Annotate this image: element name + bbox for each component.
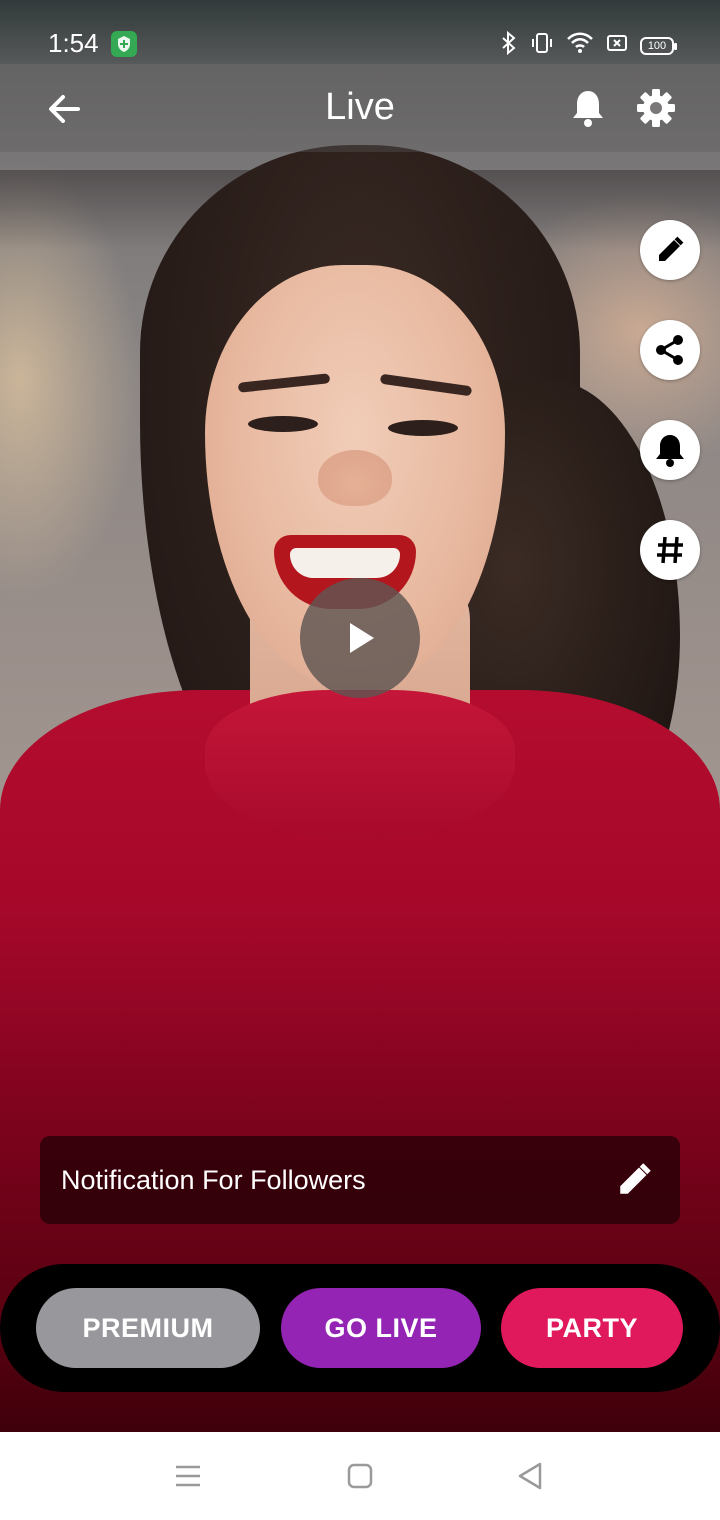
edit-button[interactable] bbox=[640, 220, 700, 280]
share-icon bbox=[656, 335, 683, 365]
bell-icon bbox=[573, 91, 603, 127]
hashtag-icon bbox=[657, 536, 683, 564]
follower-notification-field[interactable]: Notification For Followers bbox=[40, 1136, 680, 1224]
battery-icon: 100 bbox=[640, 36, 677, 55]
edit-icon bbox=[620, 1163, 651, 1194]
edit-notification-button[interactable] bbox=[612, 1158, 656, 1202]
system-back-button[interactable] bbox=[508, 1454, 552, 1498]
status-bar: 1:54 100 bbox=[0, 0, 720, 64]
person-nose bbox=[318, 450, 392, 506]
play-icon bbox=[350, 623, 374, 653]
shield-app-icon bbox=[111, 31, 137, 57]
person-eye-right bbox=[388, 420, 458, 436]
share-button[interactable] bbox=[640, 320, 700, 380]
app-bar: Live bbox=[0, 64, 720, 152]
wifi-icon bbox=[566, 31, 594, 60]
home-button[interactable] bbox=[338, 1454, 382, 1498]
follower-notification-label: Notification For Followers bbox=[61, 1164, 366, 1195]
bell-icon bbox=[656, 435, 684, 467]
follower-notify-button[interactable] bbox=[640, 420, 700, 480]
person-collar bbox=[205, 690, 515, 840]
menu-icon bbox=[176, 1465, 200, 1487]
person-teeth bbox=[290, 548, 400, 578]
system-nav-bar bbox=[0, 1432, 720, 1520]
status-time: 1:54 bbox=[48, 28, 99, 58]
home-icon bbox=[347, 1463, 373, 1489]
go-live-button[interactable]: GO LIVE bbox=[281, 1288, 481, 1368]
recent-apps-button[interactable] bbox=[166, 1454, 210, 1498]
mode-selector: PREMIUM GO LIVE PARTY bbox=[0, 1264, 720, 1392]
play-button[interactable] bbox=[300, 578, 420, 698]
premium-button[interactable]: PREMIUM bbox=[36, 1288, 260, 1368]
status-icons: 100 bbox=[500, 30, 677, 60]
vibrate-icon bbox=[530, 31, 554, 60]
edit-icon bbox=[659, 236, 684, 261]
gear-icon bbox=[637, 89, 675, 127]
page-title: Live bbox=[325, 86, 395, 128]
sim-icon bbox=[606, 33, 628, 58]
person-eye-left bbox=[248, 416, 318, 432]
party-button[interactable]: PARTY bbox=[501, 1288, 683, 1368]
notifications-button[interactable] bbox=[565, 84, 611, 132]
bluetooth-icon bbox=[500, 30, 518, 60]
hashtag-button[interactable] bbox=[640, 520, 700, 580]
settings-button[interactable] bbox=[632, 84, 680, 132]
back-icon bbox=[518, 1462, 542, 1490]
